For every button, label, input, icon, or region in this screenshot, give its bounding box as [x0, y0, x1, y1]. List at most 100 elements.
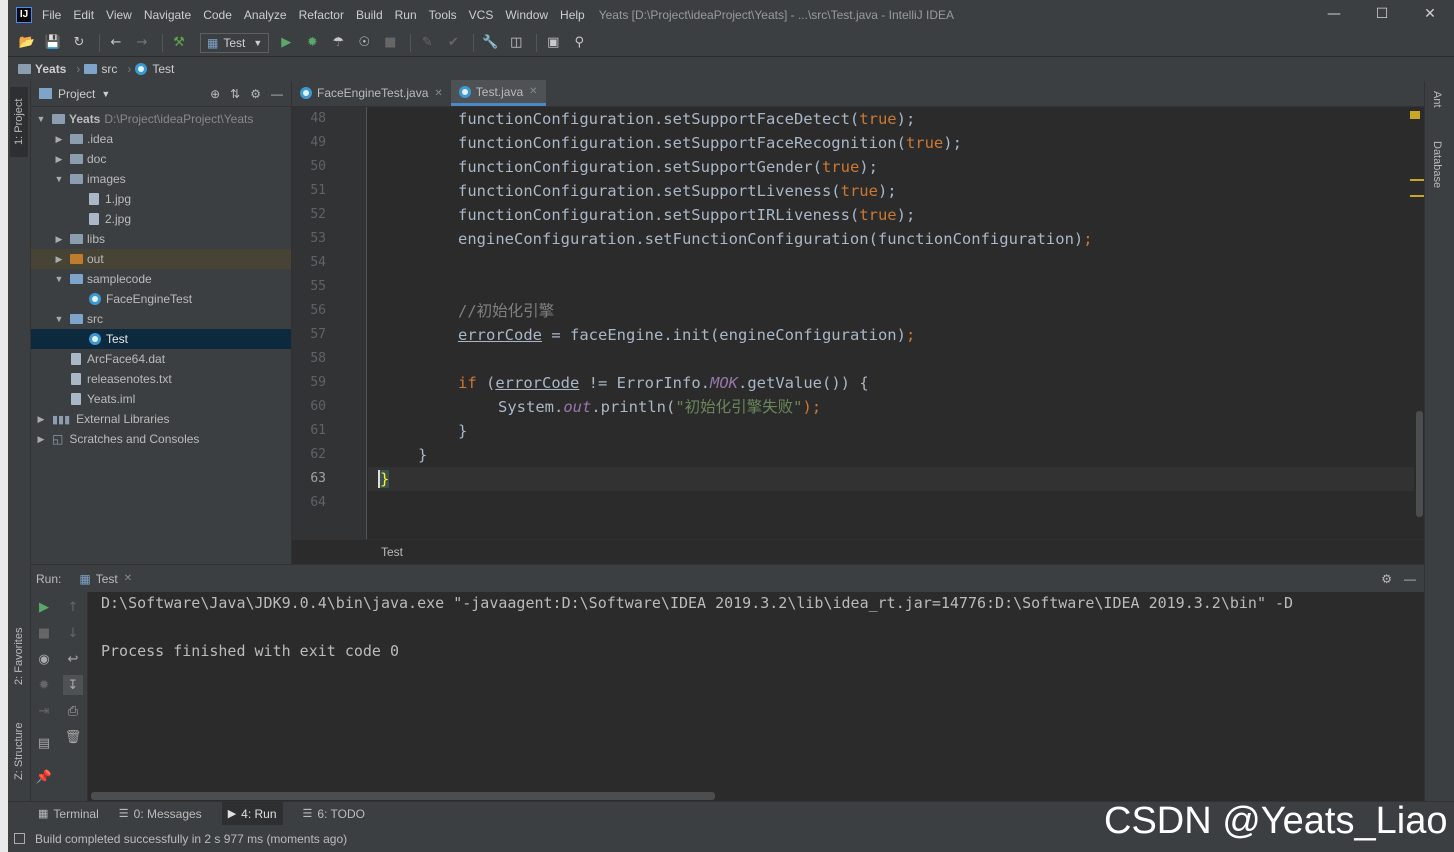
run-icon[interactable]: ▶ — [275, 32, 297, 54]
run-tab-test[interactable]: ▦ Test ✕ — [79, 572, 132, 586]
locate-icon[interactable]: ⊕ — [210, 87, 220, 101]
tree-item-src[interactable]: ▼ src — [31, 309, 291, 329]
collapse-all-icon[interactable]: ⇅ — [230, 87, 240, 101]
minimize-icon[interactable]: — — [1310, 0, 1358, 29]
code-area[interactable]: functionConfiguration.setSupportFaceDete… — [368, 107, 1414, 539]
tree-item-out[interactable]: ▶ out — [31, 249, 291, 269]
tree-item-external-libraries[interactable]: ▶ ▮▮▮ External Libraries — [31, 409, 291, 429]
breadcrumb-test[interactable]: Test — [135, 62, 174, 76]
menu-run[interactable]: Run — [395, 8, 417, 22]
debug-icon[interactable]: ✹ — [301, 32, 323, 54]
collapse-arrow-icon[interactable]: ▶ — [53, 254, 65, 265]
profile-icon[interactable]: ☉ — [353, 32, 375, 54]
search-icon[interactable]: ⚲ — [568, 32, 590, 54]
tab-faceenginetest[interactable]: FaceEngineTest.java ✕ — [292, 80, 451, 106]
close-tab-icon[interactable]: ✕ — [124, 573, 132, 584]
open-folder-icon[interactable]: 📂 — [16, 32, 38, 54]
collapse-arrow-icon[interactable]: ▶ — [53, 234, 65, 245]
project-view-select[interactable]: Project — [58, 87, 95, 101]
tree-item-yeats-iml[interactable]: Yeats.iml — [31, 389, 291, 409]
collapse-arrow-icon[interactable]: ▶ — [35, 414, 47, 425]
stop-icon[interactable]: ■ — [34, 623, 54, 643]
console-output[interactable]: D:\Software\Java\JDK9.0.4\bin\java.exe "… — [101, 592, 1421, 792]
menu-view[interactable]: View — [106, 8, 132, 22]
tree-item-doc[interactable]: ▶ doc — [31, 149, 291, 169]
debug-icon[interactable]: ✹ — [34, 675, 54, 695]
close-icon[interactable]: ✕ — [1406, 0, 1454, 29]
bottom-tab-messages[interactable]: ☰ 0: Messages — [119, 807, 202, 821]
exit-icon[interactable]: ⇥ — [34, 701, 54, 721]
hide-icon[interactable]: — — [1404, 572, 1416, 586]
coverage-icon[interactable]: ☂ — [327, 32, 349, 54]
tree-item-samplecode[interactable]: ▼ samplecode — [31, 269, 291, 289]
tree-item-root[interactable]: ▼ Yeats D:\Project\ideaProject\Yeats — [31, 109, 291, 129]
tree-item-test[interactable]: Test — [31, 329, 291, 349]
breadcrumb-src[interactable]: src — [84, 62, 117, 76]
tool-tab-favorites[interactable]: 2: Favorites — [10, 611, 28, 701]
collapse-arrow-icon[interactable]: ▶ — [53, 154, 65, 165]
pin-icon[interactable]: 📌 — [34, 767, 54, 787]
menu-navigate[interactable]: Navigate — [144, 8, 191, 22]
presentation-icon[interactable]: ▣ — [542, 32, 564, 54]
tree-item-arcface-dat[interactable]: ArcFace64.dat — [31, 349, 291, 369]
bottom-tab-run[interactable]: ▶ 4: Run — [221, 801, 283, 826]
settings-wrench-icon[interactable]: 🔧 — [479, 32, 501, 54]
menu-code[interactable]: Code — [203, 8, 232, 22]
menu-analyze[interactable]: Analyze — [244, 8, 287, 22]
menu-refactor[interactable]: Refactor — [299, 8, 344, 22]
run-configuration-select[interactable]: ▦ Test ▼ — [200, 32, 270, 53]
tree-item-scratches[interactable]: ▶ ◱ Scratches and Consoles — [31, 429, 291, 449]
menu-window[interactable]: Window — [505, 8, 548, 22]
menu-file[interactable]: File — [42, 8, 61, 22]
toggle-tool-windows-icon[interactable] — [14, 833, 25, 844]
tool-tab-project[interactable]: 1: Project — [10, 87, 28, 157]
tree-item-releasenotes[interactable]: releasenotes.txt — [31, 369, 291, 389]
gear-icon[interactable]: ⚙ — [250, 87, 261, 101]
collapse-arrow-icon[interactable]: ▶ — [35, 434, 47, 445]
save-icon[interactable]: 💾 — [42, 32, 64, 54]
menu-tools[interactable]: Tools — [429, 8, 457, 22]
up-arrow-icon[interactable]: ↑ — [63, 597, 83, 617]
error-stripe-markers[interactable] — [1410, 179, 1424, 197]
tool-tab-database[interactable]: Database — [1431, 141, 1443, 188]
stop-icon[interactable]: ■ — [379, 32, 401, 54]
forward-icon[interactable]: → — [131, 32, 153, 54]
tree-item-2jpg[interactable]: 2.jpg — [31, 209, 291, 229]
close-tab-icon[interactable]: ✕ — [434, 88, 442, 99]
hide-icon[interactable]: — — [271, 87, 283, 101]
expand-arrow-icon[interactable]: ▼ — [35, 114, 47, 124]
camera-icon[interactable]: ◉ — [34, 649, 54, 669]
console-horizontal-scrollbar[interactable] — [91, 792, 715, 800]
trash-icon[interactable]: 🗑 — [63, 727, 83, 747]
close-tab-icon[interactable]: ✕ — [529, 86, 537, 97]
soft-wrap-icon[interactable]: ↩ — [63, 649, 83, 669]
sync-icon[interactable]: ↻ — [68, 32, 90, 54]
print-icon[interactable]: ⎙ — [63, 701, 83, 721]
bottom-tab-terminal[interactable]: ▦ Terminal — [38, 807, 99, 821]
collapse-arrow-icon[interactable]: ▶ — [53, 134, 65, 145]
editor-scrollbar[interactable] — [1416, 411, 1423, 517]
expand-arrow-icon[interactable]: ▼ — [53, 274, 65, 284]
expand-arrow-icon[interactable]: ▼ — [53, 174, 65, 184]
breadcrumb-project[interactable]: Yeats — [18, 62, 66, 76]
tree-item-images[interactable]: ▼ images — [31, 169, 291, 189]
maximize-icon[interactable]: ☐ — [1358, 0, 1406, 29]
tool-tab-ant[interactable]: Ant — [1431, 91, 1443, 108]
vcs-commit-icon[interactable]: ✔ — [442, 32, 464, 54]
tree-item-libs[interactable]: ▶ libs — [31, 229, 291, 249]
menu-build[interactable]: Build — [356, 8, 383, 22]
vcs-update-icon[interactable]: ✎ — [416, 32, 438, 54]
chevron-down-icon[interactable]: ▼ — [101, 89, 110, 99]
tree-item-idea[interactable]: ▶ .idea — [31, 129, 291, 149]
tool-tab-structure[interactable]: Z: Structure — [10, 711, 28, 791]
layout-icon[interactable]: ▤ — [34, 733, 54, 753]
menu-vcs[interactable]: VCS — [469, 8, 494, 22]
expand-arrow-icon[interactable]: ▼ — [53, 314, 65, 324]
gear-icon[interactable]: ⚙ — [1381, 572, 1392, 586]
tab-test[interactable]: Test.java ✕ — [450, 80, 546, 106]
down-arrow-icon[interactable]: ↓ — [63, 623, 83, 643]
tree-item-1jpg[interactable]: 1.jpg — [31, 189, 291, 209]
back-icon[interactable]: ← — [105, 32, 127, 54]
menu-edit[interactable]: Edit — [73, 8, 94, 22]
tree-item-faceenginetest[interactable]: FaceEngineTest — [31, 289, 291, 309]
